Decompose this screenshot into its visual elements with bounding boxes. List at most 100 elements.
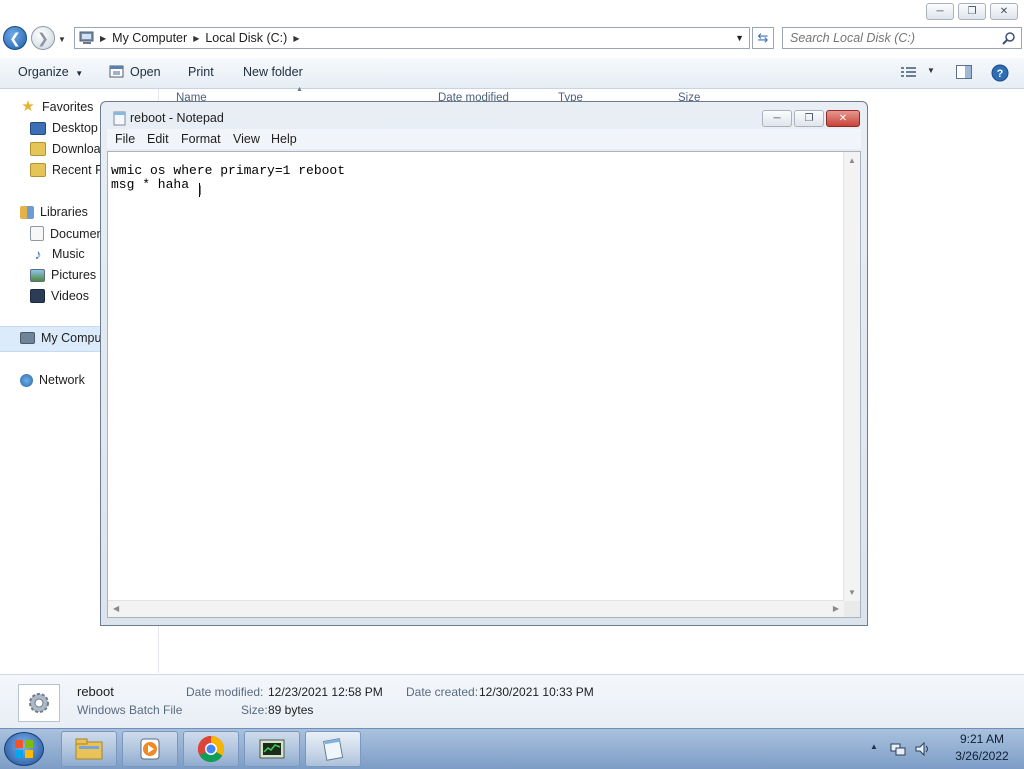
horizontal-scrollbar[interactable]: ◀ ▶ xyxy=(108,600,844,617)
address-dropdown-icon[interactable]: ▼ xyxy=(735,33,744,43)
organize-label: Organize xyxy=(18,65,69,79)
nav-label: Videos xyxy=(51,289,89,303)
notepad-menu-bar: File Edit Format View Help xyxy=(107,129,861,149)
new-folder-button[interactable]: New folder xyxy=(243,65,303,79)
taskbar-file-explorer[interactable] xyxy=(61,731,117,767)
folder-icon xyxy=(75,738,103,760)
nav-label: Favorites xyxy=(42,100,94,114)
i-beam-cursor-icon: I xyxy=(198,182,202,198)
help-button[interactable]: ? xyxy=(991,64,1009,85)
print-button[interactable]: Print xyxy=(188,65,214,79)
refresh-button[interactable]: ⇆ xyxy=(752,27,774,49)
refresh-icon: ⇆ xyxy=(757,30,769,45)
breadcrumb-local-disk[interactable]: Local Disk (C:) xyxy=(199,31,293,45)
explorer-maximize-button[interactable]: ❐ xyxy=(958,3,986,20)
change-view-button[interactable] xyxy=(901,66,917,81)
taskbar-notepad[interactable] xyxy=(305,731,361,767)
breadcrumb-separator-icon: ▶ xyxy=(293,33,300,43)
batch-file-icon xyxy=(18,684,60,722)
nav-item-desktop[interactable]: Desktop xyxy=(30,121,98,135)
recent-places-icon xyxy=(30,163,46,177)
taskbar-media-player[interactable] xyxy=(122,731,178,767)
menu-view[interactable]: View xyxy=(233,132,260,146)
notepad-minimize-button[interactable]: ─ xyxy=(762,110,792,127)
view-details-icon xyxy=(901,67,916,77)
downloads-folder-icon xyxy=(30,142,46,156)
menu-help[interactable]: Help xyxy=(271,132,297,146)
volume-icon[interactable] xyxy=(914,741,930,757)
open-label: Open xyxy=(130,65,161,79)
vertical-scrollbar[interactable]: ▲ ▼ xyxy=(843,152,860,601)
gear-icon xyxy=(29,693,49,713)
nav-favorites[interactable]: ★ Favorites xyxy=(20,98,94,115)
taskbar-task-manager[interactable] xyxy=(244,731,300,767)
music-note-icon: ♪ xyxy=(34,246,42,262)
help-icon: ? xyxy=(991,64,1009,82)
notepad-title-icon xyxy=(113,111,126,126)
chrome-icon xyxy=(197,735,225,763)
network-status-icon[interactable] xyxy=(890,741,906,757)
nav-libraries[interactable]: Libraries xyxy=(20,205,88,219)
notepad-icon xyxy=(322,738,344,761)
details-pane: reboot Windows Batch File Date modified:… xyxy=(0,674,1024,729)
pictures-icon xyxy=(30,268,45,282)
menu-format[interactable]: Format xyxy=(181,132,221,146)
nav-item-videos[interactable]: Videos xyxy=(30,289,89,303)
nav-label: Desktop xyxy=(52,121,98,135)
search-box xyxy=(782,27,1022,49)
menu-file[interactable]: File xyxy=(115,132,135,146)
notepad-maximize-button[interactable]: ❐ xyxy=(794,110,824,127)
clock-date[interactable]: 3/26/2022 xyxy=(942,749,1022,763)
scroll-down-icon[interactable]: ▼ xyxy=(848,588,856,597)
desktop-icon xyxy=(30,121,46,135)
explorer-titlebar: ─ ❐ ✕ xyxy=(0,0,1024,24)
taskbar-chrome[interactable] xyxy=(183,731,239,767)
size-grip[interactable] xyxy=(844,601,860,617)
nav-label: Music xyxy=(52,247,85,261)
nav-item-pictures[interactable]: Pictures xyxy=(30,268,96,282)
scroll-left-icon[interactable]: ◀ xyxy=(113,604,119,613)
scroll-up-icon[interactable]: ▲ xyxy=(848,156,856,165)
details-date-modified-value: 12/23/2021 12:58 PM xyxy=(268,685,383,699)
back-button[interactable]: ❮ xyxy=(3,26,27,50)
explorer-minimize-button[interactable]: ─ xyxy=(926,3,954,20)
command-bar: Organize ▼ Open Print New folder ▼ ? xyxy=(0,58,1024,89)
details-date-modified-label: Date modified: xyxy=(186,685,264,699)
documents-icon xyxy=(30,226,44,241)
system-tray: ▲ 9:21 AM 3/26/2022 xyxy=(862,732,1022,766)
forward-button[interactable]: ❯ xyxy=(31,26,55,50)
address-bar[interactable]: ▶ My Computer ▶ Local Disk (C:) ▶ ▼ xyxy=(74,27,750,49)
view-options-dropdown[interactable]: ▼ xyxy=(927,66,935,75)
network-icon xyxy=(20,373,33,387)
scroll-right-icon[interactable]: ▶ xyxy=(833,604,839,613)
notepad-close-button[interactable]: ✕ xyxy=(826,110,860,127)
search-input[interactable] xyxy=(783,31,1002,45)
details-size-label: Size: xyxy=(241,703,268,717)
details-size-value: 89 bytes xyxy=(268,703,314,717)
nav-item-music[interactable]: ♪ Music xyxy=(30,247,85,261)
organize-button[interactable]: Organize ▼ xyxy=(18,65,83,79)
preview-pane-button[interactable] xyxy=(956,65,972,82)
star-icon: ★ xyxy=(21,98,35,115)
preview-pane-icon xyxy=(956,65,972,79)
notepad-text-content[interactable]: wmic os where primary=1 reboot msg * hah… xyxy=(111,164,345,192)
menu-edit[interactable]: Edit xyxy=(147,132,169,146)
search-icon[interactable] xyxy=(1002,31,1016,45)
open-button[interactable]: Open xyxy=(109,65,161,79)
nav-label: Network xyxy=(39,373,85,387)
nav-network[interactable]: Network xyxy=(20,373,85,387)
recent-pages-dropdown[interactable]: ▼ xyxy=(58,35,66,44)
media-player-icon xyxy=(140,738,160,760)
details-file-name: reboot xyxy=(77,684,114,699)
windows-logo-icon xyxy=(15,740,33,758)
breadcrumb-my-computer[interactable]: My Computer xyxy=(106,31,193,45)
clock-time[interactable]: 9:21 AM xyxy=(942,732,1022,746)
forward-arrow-icon: ❯ xyxy=(37,29,49,46)
back-arrow-icon: ❮ xyxy=(9,29,21,46)
start-button[interactable] xyxy=(4,732,44,766)
nav-label: Libraries xyxy=(40,205,88,219)
show-hidden-icons-button[interactable]: ▲ xyxy=(870,742,878,751)
libraries-icon xyxy=(20,205,34,219)
notepad-text-area[interactable]: wmic os where primary=1 reboot msg * hah… xyxy=(107,151,861,618)
explorer-close-button[interactable]: ✕ xyxy=(990,3,1018,20)
